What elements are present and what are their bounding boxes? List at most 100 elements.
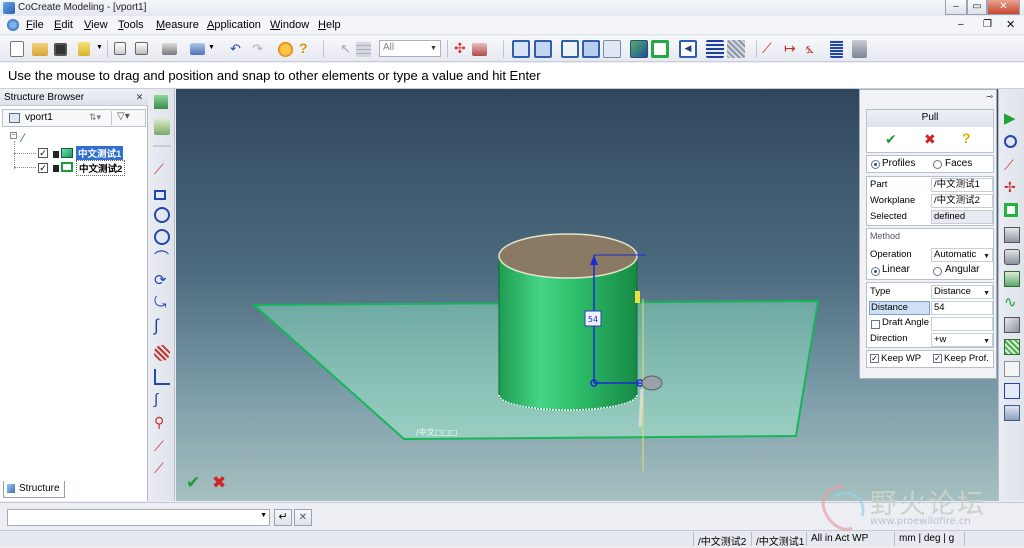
- copy-icon[interactable]: [114, 42, 126, 55]
- menu-measure[interactable]: Measure: [156, 19, 199, 31]
- arc-three-point-icon[interactable]: ⤿: [154, 295, 170, 311]
- selection-list-icon[interactable]: [356, 42, 371, 57]
- catch-settings-icon[interactable]: [472, 43, 487, 56]
- 3d-handle-icon[interactable]: [641, 375, 663, 391]
- new-file-icon[interactable]: [10, 41, 24, 57]
- tree-item-checkbox[interactable]: ✓: [38, 163, 48, 173]
- keep-prof-checkbox[interactable]: ✓: [933, 354, 942, 363]
- draft-angle-field[interactable]: [931, 317, 993, 331]
- lock-icon[interactable]: [1004, 405, 1020, 421]
- chamfer-icon[interactable]: [154, 369, 170, 385]
- select-arrow-icon[interactable]: ↖: [340, 41, 351, 57]
- zoom-icon[interactable]: [603, 40, 621, 58]
- play-icon[interactable]: ▶: [1004, 111, 1020, 127]
- linear-radio[interactable]: [871, 267, 880, 276]
- workplane-tool-icon[interactable]: [154, 95, 168, 109]
- split-icon[interactable]: ⚲: [154, 414, 170, 430]
- properties-icon[interactable]: [852, 40, 867, 58]
- workplane-align-icon[interactable]: [154, 119, 170, 135]
- menu-file[interactable]: File: [26, 19, 44, 31]
- cancel-icon[interactable]: ✖: [924, 131, 936, 148]
- menu-application[interactable]: Application: [207, 19, 261, 31]
- clip-icon[interactable]: [727, 40, 745, 58]
- measure-angle-icon[interactable]: ⟋: [762, 40, 772, 57]
- previous-view-icon[interactable]: ◀: [679, 40, 697, 58]
- arc-icon[interactable]: ⌒: [154, 251, 170, 267]
- close-icon[interactable]: ✕: [134, 92, 145, 103]
- close-button[interactable]: ✕: [987, 0, 1020, 15]
- faces-radio[interactable]: [933, 160, 942, 169]
- chamfer-solid-icon[interactable]: [1004, 361, 1020, 377]
- tree-item-workplane[interactable]: 中文测试2: [76, 160, 126, 176]
- type-select[interactable]: Distance ▼: [931, 285, 993, 299]
- circle-icon[interactable]: [154, 207, 170, 223]
- maximize-button[interactable]: ▭: [967, 0, 987, 15]
- catch-icon[interactable]: ✣: [454, 40, 466, 57]
- paste-icon[interactable]: [135, 42, 148, 55]
- mdi-close-button[interactable]: ✕: [1006, 18, 1015, 31]
- open-folder-icon[interactable]: [32, 43, 48, 56]
- minimize-button[interactable]: –: [945, 0, 967, 15]
- face-icon[interactable]: [1004, 383, 1020, 399]
- browser-root-label[interactable]: vport1: [25, 112, 53, 123]
- keep-wp-checkbox[interactable]: ✓: [870, 354, 879, 363]
- arc-tangent-icon[interactable]: ⟳: [154, 273, 170, 289]
- load-dropdown-icon[interactable]: ▼: [96, 44, 103, 51]
- load-part-icon[interactable]: [78, 42, 90, 56]
- help-icon[interactable]: ?: [299, 40, 308, 56]
- selection-filter-select[interactable]: All ▼: [379, 40, 441, 57]
- cylinder-body[interactable]: [498, 255, 638, 411]
- mdi-restore-button[interactable]: ❐: [983, 19, 992, 30]
- enter-button[interactable]: ↵: [274, 509, 292, 526]
- chevron-down-icon[interactable]: ▼: [260, 512, 267, 519]
- mill-icon[interactable]: ⟋: [1004, 157, 1020, 173]
- fit-view-icon[interactable]: [512, 40, 530, 58]
- distance-field[interactable]: 54: [931, 301, 993, 315]
- loft-icon[interactable]: ∿: [1004, 295, 1020, 311]
- command-input[interactable]: ▼: [7, 509, 270, 526]
- construction-circle-icon[interactable]: ⟋: [154, 460, 170, 476]
- measure-distance-icon[interactable]: ↦: [784, 40, 796, 57]
- undo-icon[interactable]: ↶: [230, 41, 241, 57]
- rotate-view-icon[interactable]: [582, 40, 600, 58]
- pin-icon[interactable]: ⊸: [986, 92, 993, 101]
- pull-icon[interactable]: [1004, 203, 1018, 217]
- direction-select[interactable]: +w ▼: [931, 333, 993, 347]
- sweep-icon[interactable]: [1004, 317, 1020, 333]
- shell-icon[interactable]: [1004, 339, 1020, 355]
- sections-icon[interactable]: [706, 40, 724, 58]
- profiles-radio[interactable]: [871, 160, 880, 169]
- construction-line-icon[interactable]: ⟋: [154, 438, 170, 454]
- cancel-icon[interactable]: ✖: [212, 473, 226, 493]
- revolve-icon[interactable]: [1004, 249, 1020, 265]
- help-icon[interactable]: ?: [962, 130, 971, 146]
- extrude-icon[interactable]: [1004, 135, 1017, 148]
- collapse-icon[interactable]: −: [10, 132, 17, 139]
- document-menu-icon[interactable]: [7, 19, 19, 31]
- punch-icon[interactable]: [1004, 227, 1020, 243]
- menu-window[interactable]: Window: [270, 19, 309, 31]
- measure-radius-icon[interactable]: ⦩: [806, 40, 814, 57]
- rectangle-icon[interactable]: [154, 190, 166, 200]
- print-icon[interactable]: [162, 43, 177, 55]
- trim-icon[interactable]: ∫: [154, 392, 170, 408]
- ok-icon[interactable]: ✔: [186, 473, 200, 493]
- filter-icon[interactable]: ▽▾: [117, 111, 130, 122]
- blend-icon[interactable]: [1004, 271, 1020, 287]
- redo-icon[interactable]: ↷: [252, 41, 263, 57]
- bolt-icon[interactable]: ✢: [1004, 179, 1020, 195]
- shaded-view-icon[interactable]: [630, 40, 648, 58]
- cylinder-top-face[interactable]: [498, 233, 638, 279]
- workplane-field[interactable]: /中文测试2: [931, 194, 993, 208]
- info-icon[interactable]: [278, 42, 293, 57]
- settings-icon[interactable]: [190, 43, 205, 55]
- zoom-window-icon[interactable]: [534, 40, 552, 58]
- part-field[interactable]: /中文测试1: [931, 178, 993, 192]
- pan-icon[interactable]: [561, 40, 579, 58]
- angular-radio[interactable]: [933, 267, 942, 276]
- menu-help[interactable]: Help: [318, 19, 341, 31]
- fillet-icon[interactable]: [154, 345, 170, 361]
- spline-icon[interactable]: ∫: [154, 317, 170, 334]
- tree-item-part[interactable]: 中文测试1: [76, 146, 124, 160]
- sort-icon[interactable]: ⇅▾: [89, 112, 101, 123]
